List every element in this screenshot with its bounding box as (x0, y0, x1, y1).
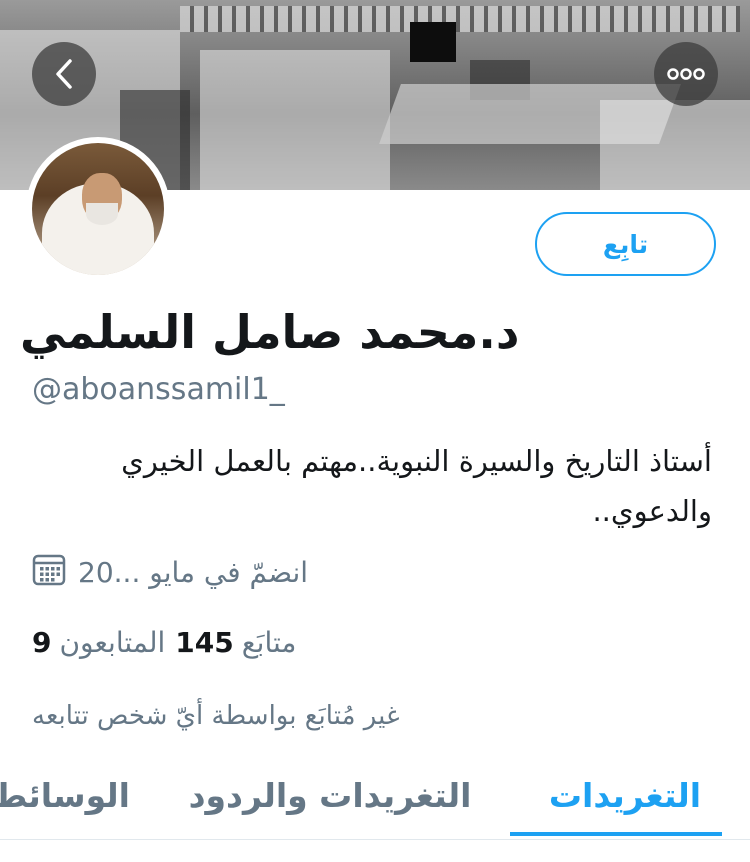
following-count: 145 (175, 625, 234, 659)
display-name-text: د.محمد صامل السلمي (20, 305, 520, 359)
back-button[interactable] (32, 42, 96, 106)
banner-buildings-right (600, 100, 750, 190)
calendar-icon (32, 552, 66, 593)
followed-by-info: غير مُتابَع بواسطة أيّ شخص تتابعه (32, 701, 400, 731)
active-tab-indicator (510, 832, 722, 836)
avatar-photo (32, 143, 164, 275)
avatar[interactable] (26, 137, 170, 281)
tab-tweets-and-replies[interactable]: التغريدات والردود (174, 760, 486, 838)
profile-tabs: التغريدات التغريدات والردود الوسائط (0, 760, 750, 840)
following-label: متابَع (241, 625, 297, 659)
followers-stat[interactable]: المتابعون 9 (32, 626, 165, 659)
banner-buildings-mid (200, 50, 390, 190)
bio: أستاذ التاريخ والسيرة النبوية..مهتم بالع… (121, 444, 712, 528)
joined-date: انضمّ في مايو ...20 (32, 550, 432, 594)
handle: @aboanssamil1_ (32, 372, 285, 407)
chevron-left-icon (54, 58, 74, 90)
profile-page: تابِع د.محمد صامل السلمي @aboanssamil1_ … (0, 0, 750, 862)
follow-button[interactable]: تابِع (535, 212, 716, 276)
followers-count: 9 (32, 625, 52, 659)
follow-stats: المتابعون 9 متابَع 145 (32, 618, 296, 666)
followers-label: المتابعون (59, 625, 166, 659)
joined-text: انضمّ في مايو ...20 (78, 555, 309, 589)
avatar-beard (86, 203, 118, 225)
display-name: د.محمد صامل السلمي (20, 300, 560, 364)
following-stat[interactable]: متابَع 145 (175, 626, 296, 659)
banner-arcade (180, 6, 740, 32)
more-options-button[interactable] (654, 42, 718, 106)
follow-button-label: تابِع (602, 229, 649, 259)
more-horizontal-icon (667, 68, 705, 80)
tab-media[interactable]: الوسائط (0, 760, 130, 838)
banner-kaaba (410, 22, 456, 62)
tab-tweets[interactable]: التغريدات (510, 760, 740, 838)
